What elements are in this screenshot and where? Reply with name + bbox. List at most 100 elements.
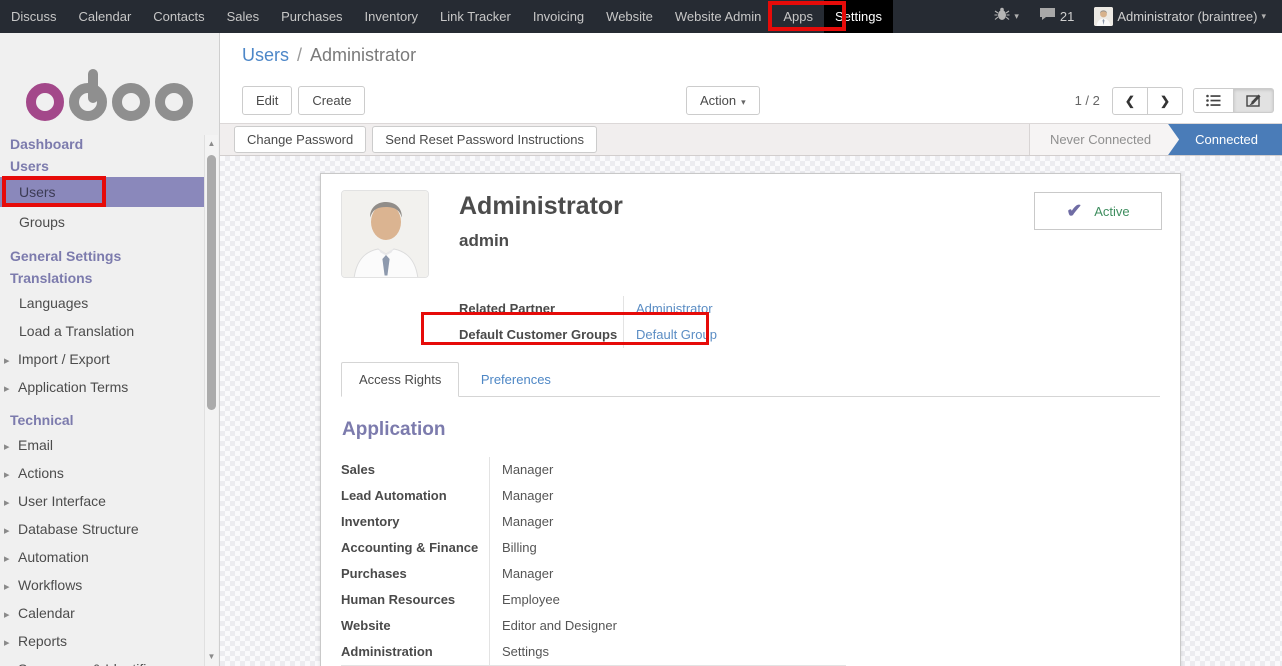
sidebar-item-dashboard[interactable]: Dashboard: [0, 133, 219, 155]
row-value: Manager: [489, 561, 846, 587]
action-dropdown-button[interactable]: Action▾: [686, 86, 760, 115]
logo-letter-o: [155, 83, 193, 121]
sidebar-item-label: Automation: [18, 549, 89, 565]
pager-previous-button[interactable]: ❮: [1112, 87, 1148, 115]
logo-letter-d: [69, 83, 107, 121]
breadcrumb-current: Administrator: [310, 45, 416, 66]
caret-right-icon: ▸: [4, 657, 18, 666]
caret-down-icon: ▾: [1261, 11, 1266, 22]
sidebar-item-label: Calendar: [18, 605, 75, 621]
pager-buttons: ❮ ❯: [1112, 87, 1183, 115]
chevron-left-icon: ❮: [1125, 94, 1135, 108]
nav-item-apps[interactable]: Apps: [772, 0, 824, 33]
sidebar-heading-translations[interactable]: Translations: [0, 267, 219, 289]
sidebar-item-automation[interactable]: ▸Automation: [0, 543, 219, 571]
sidebar-item-label: Application Terms: [18, 379, 128, 395]
sidebar-item-sequences-identifiers[interactable]: ▸Sequences & Identifiers: [0, 655, 219, 666]
sidebar-item-users[interactable]: Users: [0, 177, 205, 207]
field-default-customer-groups: Default Customer Groups Default Group: [459, 322, 899, 348]
sidebar-item-label: Reports: [18, 633, 67, 649]
sidebar-item-email[interactable]: ▸Email: [0, 431, 219, 459]
scroll-down-icon[interactable]: ▼: [205, 650, 218, 664]
table-row: Lead AutomationManager: [341, 483, 846, 509]
row-label: Administration: [341, 639, 489, 665]
form-toolbar: Edit Create Action▾ 1 / 2 ❮ ❯: [220, 78, 1282, 123]
row-label: Website: [341, 613, 489, 639]
pager-and-views: 1 / 2 ❮ ❯: [1075, 87, 1274, 115]
sidebar-item-load-a-translation[interactable]: Load a Translation: [0, 317, 219, 345]
nav-item-settings[interactable]: Settings: [824, 0, 893, 33]
application-section-title: Application: [342, 419, 1160, 441]
sidebar-heading-users[interactable]: Users: [0, 155, 219, 177]
edit-button[interactable]: Edit: [242, 86, 292, 115]
debug-menu-button[interactable]: ▾: [988, 0, 1025, 33]
create-button[interactable]: Create: [298, 86, 365, 115]
nav-item-link-tracker[interactable]: Link Tracker: [429, 0, 522, 33]
sidebar-item-label: Sequences & Identifiers: [18, 661, 166, 666]
caret-right-icon: ▸: [4, 461, 18, 489]
login-statusbar: Never Connected Connected: [1029, 124, 1282, 155]
scroll-up-icon[interactable]: ▲: [205, 137, 218, 151]
caret-right-icon: ▸: [4, 573, 18, 601]
odoo-logo: [0, 33, 219, 133]
sidebar-item-reports[interactable]: ▸Reports: [0, 627, 219, 655]
sidebar-item-database-structure[interactable]: ▸Database Structure: [0, 515, 219, 543]
sidebar-heading-general-settings[interactable]: General Settings: [0, 245, 219, 267]
scrollbar-thumb[interactable]: [207, 155, 216, 410]
related-partner-link[interactable]: Administrator: [636, 301, 713, 316]
sidebar-item-languages[interactable]: Languages: [0, 289, 219, 317]
status-connected[interactable]: Connected: [1167, 124, 1282, 155]
logo-letter-o: [26, 83, 64, 121]
user-menu[interactable]: Administrator (braintree) ▾: [1088, 0, 1272, 33]
form-content-area: Administrator admin ✔ Active Related Par…: [220, 156, 1282, 666]
sidebar-item-application-terms[interactable]: ▸Application Terms: [0, 373, 219, 401]
sidebar: Dashboard Users Users Groups General Set…: [0, 33, 220, 666]
nav-item-purchases[interactable]: Purchases: [270, 0, 353, 33]
tab-preferences[interactable]: Preferences: [464, 363, 568, 396]
sidebar-item-groups[interactable]: Groups: [0, 207, 219, 237]
form-view-button[interactable]: [1234, 88, 1274, 113]
row-label: Purchases: [341, 561, 489, 587]
tab-access-rights[interactable]: Access Rights: [341, 362, 459, 397]
nav-item-contacts[interactable]: Contacts: [142, 0, 215, 33]
send-reset-password-button[interactable]: Send Reset Password Instructions: [372, 126, 597, 153]
pager-next-button[interactable]: ❯: [1148, 87, 1183, 115]
bug-icon: [994, 7, 1010, 26]
access-rights-table: SalesManager Lead AutomationManager Inve…: [341, 457, 846, 666]
sidebar-item-label: Import / Export: [18, 351, 110, 367]
row-label: Sales: [341, 457, 489, 483]
nav-item-inventory[interactable]: Inventory: [354, 0, 429, 33]
messages-button[interactable]: 21: [1033, 0, 1080, 33]
row-value: Employee: [489, 587, 846, 613]
sidebar-item-workflows[interactable]: ▸Workflows: [0, 571, 219, 599]
breadcrumb-users-link[interactable]: Users: [242, 45, 289, 66]
caret-down-icon: ▾: [1014, 11, 1019, 22]
sidebar-item-import-export[interactable]: ▸Import / Export: [0, 345, 219, 373]
sidebar-item-actions[interactable]: ▸Actions: [0, 459, 219, 487]
status-never-connected[interactable]: Never Connected: [1029, 124, 1179, 155]
nav-item-calendar[interactable]: Calendar: [68, 0, 143, 33]
active-toggle-button[interactable]: ✔ Active: [1034, 192, 1162, 230]
chevron-right-icon: ❯: [1160, 94, 1170, 108]
change-password-button[interactable]: Change Password: [234, 126, 366, 153]
sidebar-item-calendar[interactable]: ▸Calendar: [0, 599, 219, 627]
default-group-link[interactable]: Default Group: [636, 327, 717, 342]
nav-item-sales[interactable]: Sales: [216, 0, 271, 33]
nav-item-website[interactable]: Website: [595, 0, 664, 33]
form-sheet: Administrator admin ✔ Active Related Par…: [320, 173, 1181, 666]
pager-counter: 1 / 2: [1075, 93, 1100, 108]
sidebar-heading-technical[interactable]: Technical: [0, 409, 219, 431]
nav-item-discuss[interactable]: Discuss: [0, 0, 68, 33]
caret-right-icon: ▸: [4, 545, 18, 573]
nav-item-invoicing[interactable]: Invoicing: [522, 0, 595, 33]
row-value: Manager: [489, 483, 846, 509]
top-navbar: Discuss Calendar Contacts Sales Purchase…: [0, 0, 1282, 33]
table-row: Accounting & FinanceBilling: [341, 535, 846, 561]
row-label: Human Resources: [341, 587, 489, 613]
chat-bubble-icon: [1039, 7, 1056, 26]
list-view-button[interactable]: [1193, 88, 1234, 113]
nav-item-website-admin[interactable]: Website Admin: [664, 0, 772, 33]
sidebar-item-label: Email: [18, 437, 53, 453]
caret-right-icon: ▸: [4, 347, 18, 375]
sidebar-item-user-interface[interactable]: ▸User Interface: [0, 487, 219, 515]
